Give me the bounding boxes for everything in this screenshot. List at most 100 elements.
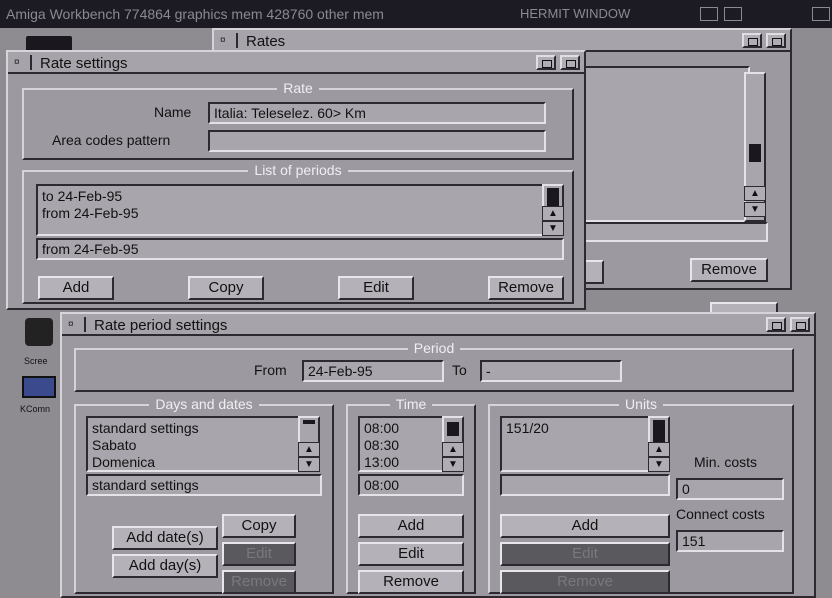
rate-period-settings-window: ¤ Rate period settings Period From 24-Fe… (60, 312, 816, 598)
list-item[interactable]: 13:00 (364, 454, 438, 470)
time-selected-field[interactable]: 08:00 (358, 474, 464, 496)
scroll-down-arrow-icon[interactable]: ▼ (298, 457, 320, 472)
list-item[interactable]: to 24-Feb-95 (42, 188, 538, 205)
periods-list[interactable]: to 24-Feb-95 from 24-Feb-95 (36, 184, 544, 236)
depth-icon[interactable] (724, 7, 742, 21)
from-label: From (254, 362, 287, 378)
close-icon[interactable]: ¤ (220, 33, 238, 48)
days-list[interactable]: standard settings Sabato Domenica (86, 416, 300, 472)
to-label: To (452, 362, 467, 378)
kcomm-icon[interactable]: KComn (18, 372, 60, 418)
list-item[interactable]: 08:00 (364, 420, 438, 437)
list-item[interactable]: Sabato (92, 437, 294, 454)
scroll-up-arrow-icon[interactable]: ▲ (542, 206, 564, 221)
screen-depth-icon[interactable] (812, 7, 830, 21)
scroll-knob[interactable] (653, 420, 665, 442)
screen-icon[interactable]: Scree (20, 318, 58, 366)
zoom-gadget-icon[interactable] (536, 55, 556, 70)
rate-settings-title: Rate settings (40, 55, 128, 72)
list-item[interactable]: standard settings (92, 420, 294, 437)
units-list[interactable]: 151/20 (500, 416, 650, 472)
kcomm-icon-label: KComn (20, 404, 51, 414)
units-group-label: Units (619, 396, 663, 412)
zoom-gadget-icon[interactable] (766, 317, 786, 332)
copy-day-button[interactable]: Copy (222, 514, 296, 538)
days-group: Days and dates standard settings Sabato … (74, 396, 334, 594)
scroll-up-arrow-icon[interactable]: ▲ (442, 442, 464, 457)
add-days-button[interactable]: Add day(s) (112, 554, 218, 578)
scroll-down-arrow-icon[interactable]: ▼ (442, 457, 464, 472)
days-group-label: Days and dates (149, 396, 259, 412)
zoom-icon[interactable] (700, 7, 718, 21)
scroll-knob[interactable] (749, 144, 761, 162)
list-item[interactable]: Domenica (92, 454, 294, 470)
min-costs-field[interactable]: 0 (676, 478, 784, 500)
scroll-knob[interactable] (447, 422, 459, 436)
scroll-down-arrow-icon[interactable]: ▼ (648, 457, 670, 472)
remove-day-button[interactable]: Remove (222, 570, 296, 594)
rate-period-titlebar[interactable]: ¤ Rate period settings (62, 314, 814, 336)
scroll-up-arrow-icon[interactable]: ▲ (648, 442, 670, 457)
zoom-gadget-icon[interactable] (742, 33, 762, 48)
list-item[interactable]: from 24-Feb-95 (42, 205, 538, 222)
periods-group: List of periods to 24-Feb-95 from 24-Feb… (22, 162, 574, 304)
remove-unit-button[interactable]: Remove (500, 570, 670, 594)
workbench-title: Amiga Workbench 774864 graphics mem 4287… (6, 6, 384, 22)
scroll-knob[interactable] (547, 188, 559, 206)
rate-settings-window: ¤ Rate settings Rate Name Italia: Telese… (6, 50, 586, 310)
rate-group: Rate Name Italia: Teleselez. 60> Km Area… (22, 80, 574, 160)
connect-costs-label: Connect costs (676, 506, 765, 522)
edit-day-button[interactable]: Edit (222, 542, 296, 566)
scroll-up-arrow-icon[interactable]: ▲ (298, 442, 320, 457)
name-field[interactable]: Italia: Teleselez. 60> Km (208, 102, 546, 124)
depth-gadget-icon[interactable] (790, 317, 810, 332)
period-group-label: Period (407, 340, 461, 356)
from-field[interactable]: 24-Feb-95 (302, 360, 444, 382)
scroll-up-arrow-icon[interactable]: ▲ (744, 186, 766, 201)
rate-group-label: Rate (277, 80, 319, 96)
to-field[interactable]: - (480, 360, 622, 382)
close-icon[interactable]: ¤ (14, 55, 32, 70)
time-group: Time 08:00 08:30 13:00 ▲ ▼ 08:00 Add Edi… (346, 396, 476, 594)
time-list[interactable]: 08:00 08:30 13:00 (358, 416, 444, 472)
period-group: Period From 24-Feb-95 To - (74, 340, 794, 392)
remove-time-button[interactable]: Remove (358, 570, 464, 594)
edit-time-button[interactable]: Edit (358, 542, 464, 566)
depth-gadget-icon[interactable] (766, 33, 786, 48)
area-codes-label: Area codes pattern (52, 132, 171, 148)
connect-costs-field[interactable]: 151 (676, 530, 784, 552)
area-codes-field[interactable] (208, 130, 546, 152)
list-item[interactable]: 151/20 (506, 420, 644, 437)
rates-list[interactable] (574, 66, 750, 222)
edit-period-button[interactable]: Edit (338, 276, 414, 300)
add-time-button[interactable]: Add (358, 514, 464, 538)
units-group: Units 151/20 ▲ ▼ Min. costs 0 Connect co… (488, 396, 794, 594)
units-selected-field[interactable] (500, 474, 670, 496)
add-period-button[interactable]: Add (38, 276, 114, 300)
rate-period-title: Rate period settings (94, 317, 228, 334)
rate-settings-titlebar[interactable]: ¤ Rate settings (8, 52, 584, 74)
close-icon[interactable]: ¤ (68, 317, 86, 332)
scroll-down-arrow-icon[interactable]: ▼ (542, 221, 564, 236)
periods-group-label: List of periods (248, 162, 348, 178)
copy-period-button[interactable]: Copy (188, 276, 264, 300)
edit-unit-button[interactable]: Edit (500, 542, 670, 566)
add-dates-button[interactable]: Add date(s) (112, 526, 218, 550)
rates-title: Rates (246, 33, 286, 50)
min-costs-label: Min. costs (694, 454, 758, 470)
list-item[interactable]: 08:30 (364, 437, 438, 454)
hermit-window-title: HERMIT WINDOW (520, 6, 631, 21)
scroll-knob[interactable] (303, 420, 315, 424)
rates-remove-button[interactable]: Remove (690, 258, 768, 282)
name-label: Name (154, 104, 192, 120)
add-unit-button[interactable]: Add (500, 514, 670, 538)
scroll-down-arrow-icon[interactable]: ▼ (744, 202, 766, 217)
remove-period-button[interactable]: Remove (488, 276, 564, 300)
days-selected-field[interactable]: standard settings (86, 474, 322, 496)
rates-selection-field[interactable] (574, 222, 768, 242)
depth-gadget-icon[interactable] (560, 55, 580, 70)
time-group-label: Time (389, 396, 433, 412)
screen-icon-label: Scree (24, 356, 48, 366)
selected-period-field[interactable]: from 24-Feb-95 (36, 238, 564, 260)
rates-titlebar[interactable]: ¤ Rates (214, 30, 790, 52)
